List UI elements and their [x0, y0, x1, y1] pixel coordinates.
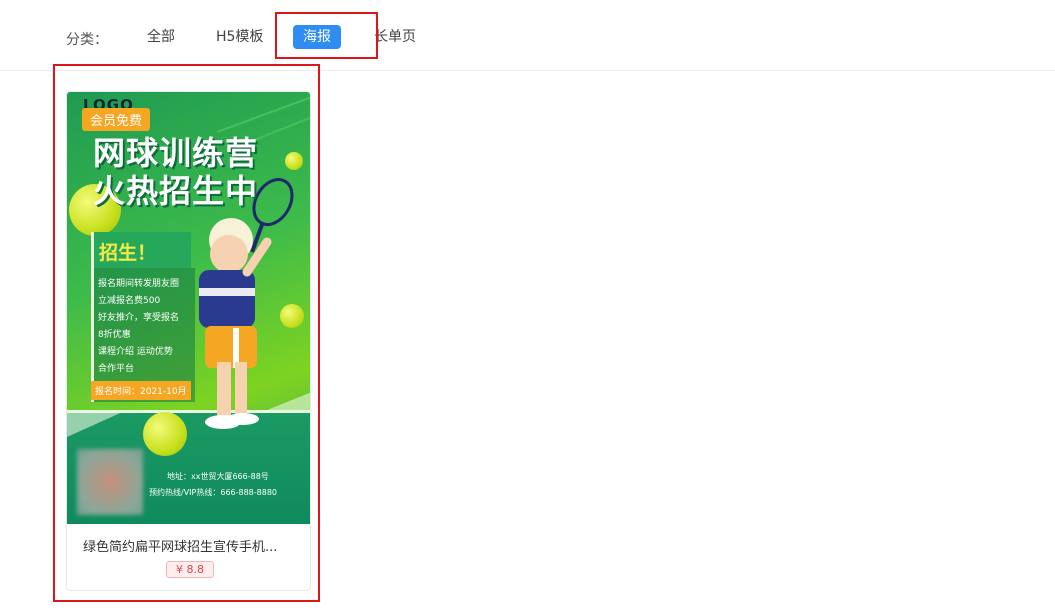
- poster-headline-line-2: 火热招生中: [93, 172, 259, 210]
- tennis-ball-decoration: [143, 412, 187, 456]
- poster-headline: 网球训练营 火热招生中: [93, 134, 258, 210]
- signup-date-tag: 报名时间：2021-10月: [91, 381, 191, 400]
- member-free-badge: 会员免费: [82, 108, 151, 131]
- poster-thumbnail[interactable]: LOGO 会员免费 网球训练营 火热招生中 招生！ 报名期间转发朋友圈 立减报名…: [67, 92, 310, 524]
- info-line: 好友推介，享受报名: [98, 313, 180, 323]
- info-line: 合作平台: [98, 364, 135, 374]
- highlight-box-category: [275, 12, 378, 59]
- price-tag: ¥ 8.8: [166, 561, 214, 578]
- category-all[interactable]: 全部: [137, 25, 185, 49]
- recruit-text: 招生！: [99, 242, 157, 264]
- template-title[interactable]: 绿色简约扁平网球招生宣传手机...: [83, 536, 303, 555]
- poster-address: 地址：xx世贸大厦666-88号: [167, 472, 269, 481]
- qr-code-image: [77, 449, 143, 515]
- info-line: 报名期间转发朋友圈: [98, 279, 180, 289]
- poster-hotline: 预约热线/VIP热线：666-888-8880: [149, 488, 278, 497]
- tennis-ball-decoration: [285, 152, 303, 170]
- info-line: 8折优惠: [98, 330, 131, 340]
- template-card[interactable]: LOGO 会员免费 网球训练营 火热招生中 招生！ 报名期间转发朋友圈 立减报名…: [66, 91, 311, 591]
- info-line: 立减报名费500: [98, 296, 161, 306]
- poster-headline-line-1: 网球训练营: [93, 134, 259, 172]
- category-filter-bar: 分类： 全部 H5模板 海报 长单页: [0, 0, 1055, 71]
- category-h5-template[interactable]: H5模板: [206, 25, 273, 49]
- tennis-ball-decoration: [280, 304, 304, 328]
- filter-label: 分类：: [66, 32, 108, 48]
- info-line: 课程介绍 运动优势: [98, 347, 173, 357]
